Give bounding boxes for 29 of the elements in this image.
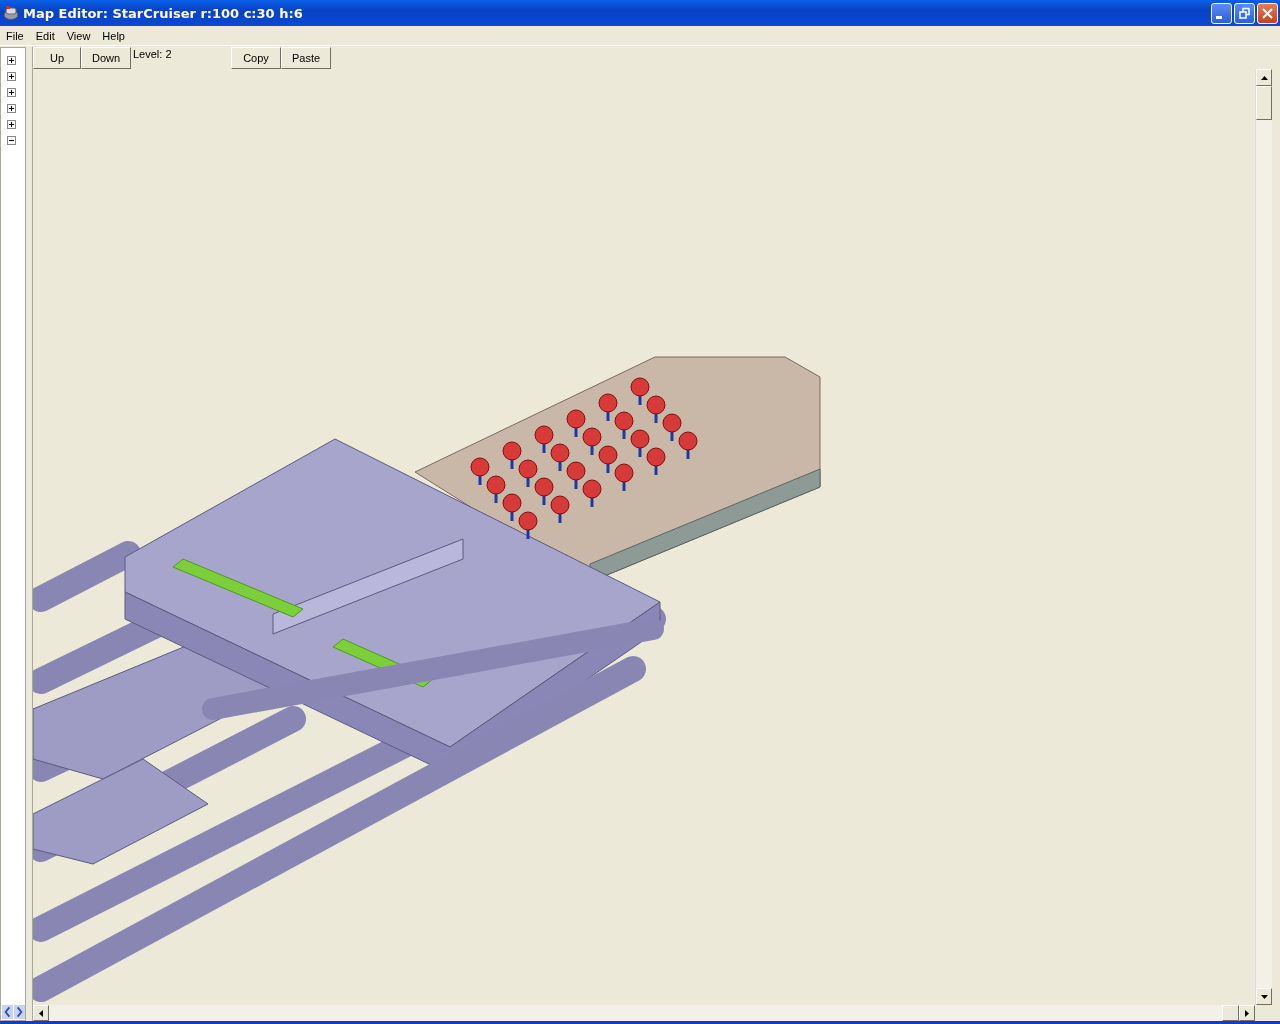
expand-icon[interactable] (7, 55, 16, 65)
collapse-icon[interactable] (7, 135, 16, 145)
expand-icon[interactable] (7, 103, 16, 113)
level-button[interactable]: Up (33, 47, 81, 69)
minimize-icon (1216, 16, 1222, 19)
app-icon (3, 5, 19, 21)
restore-button[interactable] (1234, 2, 1255, 24)
expand-icon[interactable] (7, 71, 16, 81)
restore-icon (1238, 6, 1251, 20)
expand-icon[interactable] (7, 87, 16, 97)
scroll-right-icon[interactable] (1245, 1009, 1249, 1017)
scrollbar-thumb[interactable] (1222, 1005, 1239, 1021)
window-title: Map Editor: StarCruiser r:100 c:30 h:6 (23, 5, 304, 21)
scrollbar-thumb[interactable] (1256, 86, 1272, 120)
close-button[interactable] (1257, 2, 1278, 24)
menu-item[interactable]: File (0, 29, 30, 42)
close-icon (1261, 6, 1274, 20)
clipboard-button[interactable]: Copy (231, 47, 281, 69)
level-label: Level: 2 (132, 47, 173, 60)
minimize-button[interactable] (1211, 2, 1232, 24)
level-button[interactable]: Down (81, 47, 131, 69)
clipboard-button[interactable]: Paste (281, 47, 331, 69)
menu-item[interactable]: Help (96, 29, 131, 42)
scroll-down-icon[interactable] (1260, 994, 1268, 999)
expand-icon[interactable] (7, 119, 16, 129)
menu-item[interactable]: View (60, 29, 97, 42)
scroll-left-icon[interactable] (39, 1009, 43, 1017)
scroll-up-icon[interactable] (1260, 75, 1268, 80)
menu-item[interactable]: Edit (29, 29, 61, 42)
